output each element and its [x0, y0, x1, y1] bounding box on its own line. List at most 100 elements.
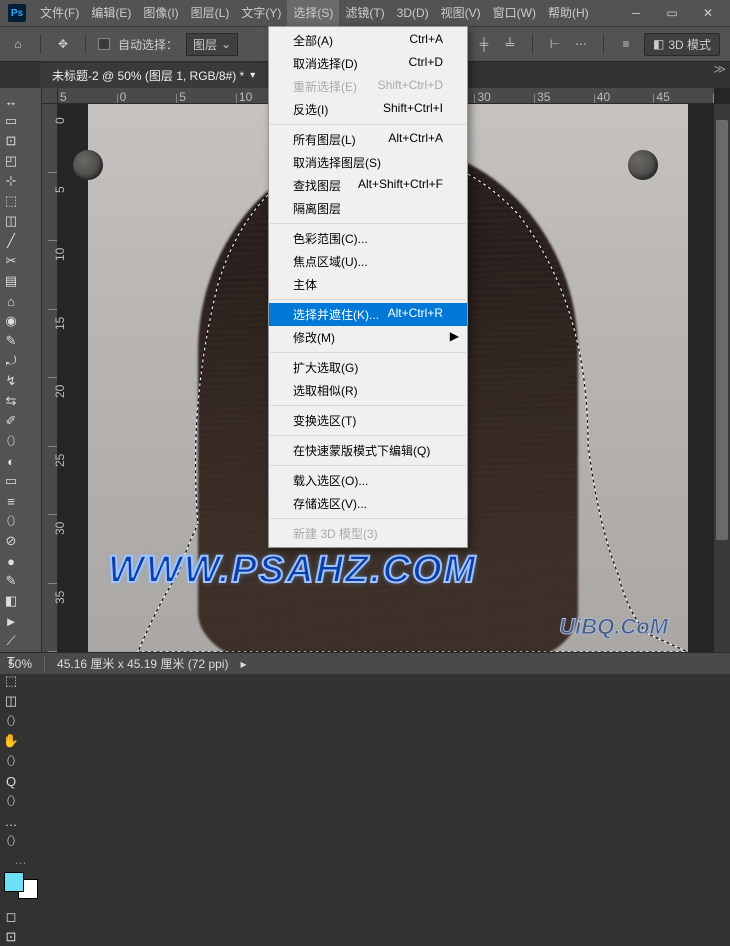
more-icon[interactable]: ⋯: [573, 36, 589, 52]
tool-button[interactable]: ⬯: [2, 792, 20, 810]
tool-button[interactable]: ▭: [2, 112, 20, 130]
menu-item[interactable]: 窗口(W): [487, 0, 542, 26]
menu-command[interactable]: 扩大选取(G): [269, 356, 467, 379]
tool-button[interactable]: ⊹: [2, 172, 20, 190]
tool-button[interactable]: ⬯: [2, 432, 20, 450]
menu-command-label: 色彩范围(C)...: [293, 230, 368, 247]
tool-button[interactable]: ≡: [2, 492, 20, 510]
menu-item[interactable]: 3D(D): [391, 0, 435, 26]
tool-button[interactable]: ⇆: [2, 392, 20, 410]
home-icon[interactable]: ⌂: [8, 34, 28, 54]
align-bottom-icon[interactable]: ╧: [502, 36, 518, 52]
menu-item[interactable]: 滤镜(T): [339, 0, 390, 26]
status-dropdown-icon[interactable]: ▸: [240, 657, 246, 671]
tool-button[interactable]: ◉: [2, 312, 20, 330]
tool-button[interactable]: ⬚: [2, 672, 20, 690]
scrollbar-vertical[interactable]: [714, 104, 730, 652]
ruler-tick: 0: [118, 88, 178, 103]
menu-item[interactable]: 图像(I): [137, 0, 184, 26]
menu-command-label: 存储选区(V)...: [293, 495, 367, 512]
tool-button[interactable]: ✐: [2, 412, 20, 430]
tool-button[interactable]: ▭: [2, 472, 20, 490]
tool-button[interactable]: ◧: [2, 592, 20, 610]
menu-command[interactable]: 所有图层(L)Alt+Ctrl+A: [269, 128, 467, 151]
menu-command-label: 焦点区域(U)...: [293, 253, 368, 270]
menu-command[interactable]: 全部(A)Ctrl+A: [269, 29, 467, 52]
tool-button[interactable]: ◐: [2, 452, 20, 470]
window-close[interactable]: ✕: [694, 3, 722, 23]
menu-command[interactable]: 焦点区域(U)...: [269, 250, 467, 273]
tool-button[interactable]: ✂: [2, 252, 20, 270]
tool-button[interactable]: ◰: [2, 152, 20, 170]
menu-item[interactable]: 编辑(E): [85, 0, 137, 26]
screen-mode-button[interactable]: ⊡: [2, 928, 20, 946]
panel-collapse-icon[interactable]: ≫: [713, 62, 726, 76]
tool-button[interactable]: ╱: [2, 232, 20, 250]
tool-button[interactable]: ⟋: [2, 632, 20, 650]
tool-button[interactable]: Q: [2, 772, 20, 790]
menu-item[interactable]: 文件(F): [34, 0, 85, 26]
menu-bar: 文件(F)编辑(E)图像(I)图层(L)文字(Y)选择(S)滤镜(T)3D(D)…: [34, 0, 595, 26]
window-maximize[interactable]: ▭: [658, 3, 686, 23]
window-minimize[interactable]: ─: [622, 3, 650, 23]
tool-button[interactable]: ⬯: [2, 712, 20, 730]
tool-button[interactable]: ●: [2, 552, 20, 570]
align-left-icon[interactable]: ⊢: [547, 36, 563, 52]
tool-button[interactable]: …: [2, 812, 20, 830]
tool-button[interactable]: ✋: [2, 732, 20, 750]
tool-button[interactable]: ⬯: [2, 512, 20, 530]
tool-button[interactable]: ⊘: [2, 532, 20, 550]
tool-button[interactable]: ▤: [2, 272, 20, 290]
layer-dropdown-label: 图层: [193, 36, 217, 53]
ruler-tick: 45: [654, 88, 714, 103]
tool-button[interactable]: T: [2, 652, 20, 670]
scrollbar-thumb[interactable]: [716, 120, 728, 540]
auto-select-checkbox[interactable]: [98, 38, 110, 50]
menu-command[interactable]: 载入选区(O)...: [269, 469, 467, 492]
menu-command[interactable]: 选择并遮住(K)...Alt+Ctrl+R: [269, 303, 467, 326]
tool-button[interactable]: ✎: [2, 572, 20, 590]
menu-item[interactable]: 选择(S): [287, 0, 339, 26]
align-middle-icon[interactable]: ╪: [476, 36, 492, 52]
document-tab[interactable]: 未标题-2 @ 50% (图层 1, RGB/8#) * ▾: [40, 63, 267, 88]
layer-dropdown[interactable]: 图层 ⌄: [186, 33, 238, 56]
tool-button[interactable]: ⤾: [2, 352, 20, 370]
menu-command[interactable]: 色彩范围(C)...: [269, 227, 467, 250]
menu-command[interactable]: 取消选择图层(S): [269, 151, 467, 174]
menu-command[interactable]: 主体: [269, 273, 467, 296]
tool-button[interactable]: ↯: [2, 372, 20, 390]
tool-button[interactable]: ⬯: [2, 832, 20, 850]
menu-command[interactable]: 存储选区(V)...: [269, 492, 467, 515]
move-tool-icon: ✥: [53, 34, 73, 54]
menu-command[interactable]: 反选(I)Shift+Ctrl+I: [269, 98, 467, 121]
menu-command[interactable]: 查找图层Alt+Shift+Ctrl+F: [269, 174, 467, 197]
quick-mask-button[interactable]: ◻: [2, 908, 20, 926]
tool-button[interactable]: ⌂: [2, 292, 20, 310]
tool-button[interactable]: ⊡: [2, 132, 20, 150]
tool-button[interactable]: ✎: [2, 332, 20, 350]
menu-command[interactable]: 在快速蒙版模式下编辑(Q): [269, 439, 467, 462]
tool-button[interactable]: ↔: [2, 92, 20, 110]
tool-button[interactable]: ⬚: [2, 192, 20, 210]
menu-command[interactable]: 取消选择(D)Ctrl+D: [269, 52, 467, 75]
foreground-swatch[interactable]: [4, 872, 24, 892]
tool-button[interactable]: ►: [2, 612, 20, 630]
menu-item[interactable]: 帮助(H): [542, 0, 595, 26]
menu-shortcut: Ctrl+D: [409, 55, 443, 72]
watermark-uibq: UiBQ.CoM: [559, 614, 668, 640]
menu-command-label: 取消选择图层(S): [293, 154, 381, 171]
menu-command[interactable]: 修改(M)▶: [269, 326, 467, 349]
distribute-icon[interactable]: ≡: [618, 36, 634, 52]
menu-item[interactable]: 视图(V): [435, 0, 487, 26]
tool-button[interactable]: ◫: [2, 212, 20, 230]
menu-item[interactable]: 文字(Y): [235, 0, 287, 26]
tool-button[interactable]: ⬯: [2, 752, 20, 770]
menu-command[interactable]: 隔离图层: [269, 197, 467, 220]
menu-command[interactable]: 变换选区(T): [269, 409, 467, 432]
tool-button[interactable]: ◫: [2, 692, 20, 710]
menu-item[interactable]: 图层(L): [185, 0, 236, 26]
menu-command: 重新选择(E)Shift+Ctrl+D: [269, 75, 467, 98]
mode-3d-button[interactable]: ◧ 3D 模式: [644, 33, 720, 56]
color-swatches[interactable]: [2, 870, 39, 900]
menu-command[interactable]: 选取相似(R): [269, 379, 467, 402]
